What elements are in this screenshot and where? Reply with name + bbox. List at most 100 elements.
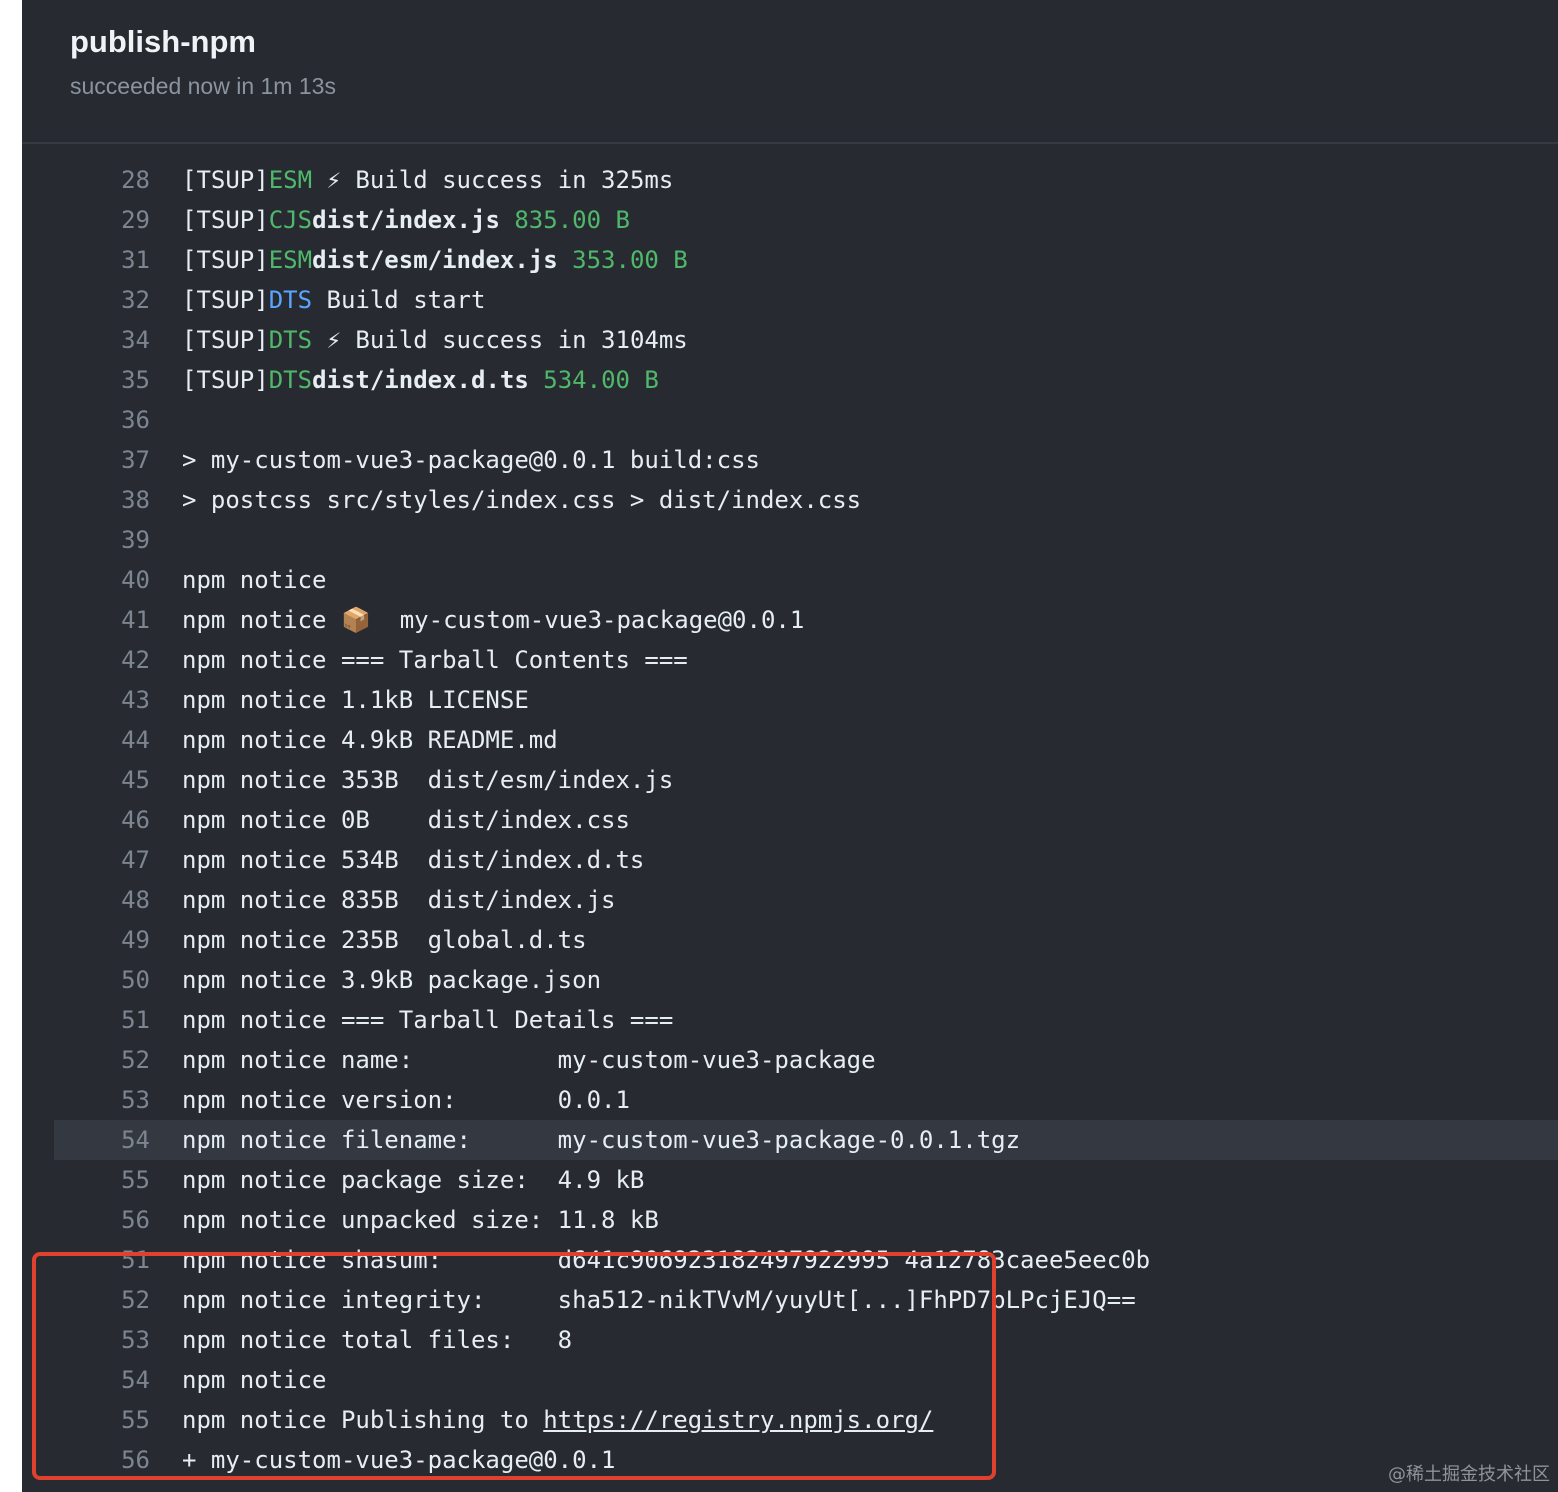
log-segment: npm notice version: 0.0.1 [182, 1086, 630, 1114]
log-segment: npm notice package size: 4.9 kB [182, 1166, 645, 1194]
log-segment: [TSUP] [182, 166, 269, 194]
line-number[interactable]: 29 [102, 200, 150, 240]
log-line[interactable]: 42 npm notice === Tarball Contents === [22, 640, 1558, 680]
log-line[interactable]: 40 npm notice [22, 560, 1558, 600]
log-segment: npm notice 3.9kB package.json [182, 966, 602, 994]
log-line-text: npm notice 235B global.d.ts [182, 920, 587, 960]
line-number[interactable]: 36 [102, 400, 150, 440]
log-line-text: npm notice name: my-custom-vue3-package [182, 1040, 876, 1080]
log-line[interactable]: 28 [TSUP]ESM ⚡ Build success in 325ms [22, 160, 1558, 200]
log-segment: DTS [268, 326, 313, 354]
log-line[interactable]: 38 > postcss src/styles/index.css > dist/… [22, 480, 1558, 520]
log-line[interactable]: 43 npm notice 1.1kB LICENSE [22, 680, 1558, 720]
line-number[interactable]: 41 [102, 600, 150, 640]
log-line-text: [TSUP]DTSdist/index.d.ts 534.00 B [182, 360, 659, 400]
log-line-text: npm notice package size: 4.9 kB [182, 1160, 644, 1200]
annotation-highlight-box [32, 1252, 996, 1480]
line-number[interactable]: 55 [102, 1160, 150, 1200]
watermark: @稀土掘金技术社区 [1388, 1464, 1550, 1485]
log-line[interactable]: 31 [TSUP]ESMdist/esm/index.js 353.00 B [22, 240, 1558, 280]
line-number[interactable]: 40 [102, 560, 150, 600]
log-line-text: npm notice === Tarball Contents === [182, 640, 688, 680]
log-line[interactable]: 47 npm notice 534B dist/index.d.ts [22, 840, 1558, 880]
log-segment: DTS [268, 286, 313, 314]
log-segment: ESM [268, 246, 313, 274]
log-line[interactable]: 41 npm notice 📦 my-custom-vue3-package@0.… [22, 600, 1558, 640]
line-number[interactable]: 38 [102, 480, 150, 520]
log-line-text: [TSUP]ESM ⚡ Build success in 325ms [182, 160, 673, 200]
line-number[interactable]: 54 [102, 1120, 150, 1160]
log-line[interactable]: 46 npm notice 0B dist/index.css [22, 800, 1558, 840]
line-number[interactable]: 52 [102, 1040, 150, 1080]
log-line-text: npm notice unpacked size: 11.8 kB [182, 1200, 659, 1240]
log-line[interactable]: 44 npm notice 4.9kB README.md [22, 720, 1558, 760]
log-line[interactable]: 32 [TSUP]DTS Build start [22, 280, 1558, 320]
line-number[interactable]: 47 [102, 840, 150, 880]
log-line-text: [TSUP]DTS ⚡ Build success in 3104ms [182, 320, 688, 360]
log-line-text: [TSUP]DTS Build start [182, 280, 485, 320]
log-line[interactable]: 50 npm notice 3.9kB package.json [22, 960, 1558, 1000]
log-segment: npm notice 235B global.d.ts [182, 926, 587, 954]
log-line[interactable]: 35 [TSUP]DTSdist/index.d.ts 534.00 B [22, 360, 1558, 400]
log-segment: 353.00 B [572, 246, 688, 274]
line-number[interactable]: 45 [102, 760, 150, 800]
log-segment: [TSUP] [182, 366, 269, 394]
line-number[interactable]: 31 [102, 240, 150, 280]
line-number[interactable]: 49 [102, 920, 150, 960]
line-number[interactable]: 44 [102, 720, 150, 760]
log-line-text: npm notice [182, 560, 327, 600]
line-number[interactable]: 48 [102, 880, 150, 920]
log-segment: DTS [268, 366, 313, 394]
line-number[interactable]: 28 [102, 160, 150, 200]
log-line[interactable]: 37 > my-custom-vue3-package@0.0.1 build:c… [22, 440, 1558, 480]
log-segment: npm notice === Tarball Contents === [182, 646, 688, 674]
log-segment: [TSUP] [182, 246, 269, 274]
line-number[interactable]: 34 [102, 320, 150, 360]
log-segment: npm notice 353B dist/esm/index.js [182, 766, 674, 794]
log-line[interactable]: 52 npm notice name: my-custom-vue3-packag… [22, 1040, 1558, 1080]
line-number[interactable]: 32 [102, 280, 150, 320]
log-segment: npm notice [182, 566, 327, 594]
log-line-text: [TSUP]CJSdist/index.js 835.00 B [182, 200, 630, 240]
line-number[interactable]: 35 [102, 360, 150, 400]
log-line[interactable]: 51 npm notice === Tarball Details === [22, 1000, 1558, 1040]
line-number[interactable]: 53 [102, 1080, 150, 1120]
log-segment: [TSUP] [182, 206, 269, 234]
line-number[interactable]: 46 [102, 800, 150, 840]
line-number[interactable]: 56 [102, 1200, 150, 1240]
log-segment: npm notice 835B dist/index.js [182, 886, 616, 914]
log-segment: [TSUP] [182, 326, 269, 354]
log-line[interactable]: 55 npm notice package size: 4.9 kB [22, 1160, 1558, 1200]
log-line-text: npm notice 4.9kB README.md [182, 720, 558, 760]
line-number[interactable]: 50 [102, 960, 150, 1000]
line-number[interactable]: 43 [102, 680, 150, 720]
log-line[interactable]: 34 [TSUP]DTS ⚡ Build success in 3104ms [22, 320, 1558, 360]
log-line[interactable]: 45 npm notice 353B dist/esm/index.js [22, 760, 1558, 800]
log-segment: ⚡ Build success in 3104ms [312, 326, 688, 354]
log-line-text: npm notice filename: my-custom-vue3-pack… [182, 1120, 1020, 1160]
log-line[interactable]: 39 [22, 520, 1558, 560]
log-segment: > my-custom-vue3-package@0.0.1 build:css [182, 446, 760, 474]
log-line[interactable]: 54 npm notice filename: my-custom-vue3-pa… [54, 1120, 1558, 1160]
log-segment: npm notice 4.9kB README.md [182, 726, 558, 754]
log-line[interactable]: 53 npm notice version: 0.0.1 [22, 1080, 1558, 1120]
log-line[interactable]: 56 npm notice unpacked size: 11.8 kB [22, 1200, 1558, 1240]
line-number[interactable]: 51 [102, 1000, 150, 1040]
line-number[interactable]: 39 [102, 520, 150, 560]
log-segment: ⚡ Build success in 325ms [312, 166, 674, 194]
log-line[interactable]: 36 [22, 400, 1558, 440]
log-line-text: npm notice 534B dist/index.d.ts [182, 840, 644, 880]
log-segment: ESM [268, 166, 313, 194]
log-segment: dist/esm/index.js [312, 246, 558, 274]
log-line[interactable]: 48 npm notice 835B dist/index.js [22, 880, 1558, 920]
line-number[interactable]: 42 [102, 640, 150, 680]
log-line-text: npm notice 📦 my-custom-vue3-package@0.0.… [182, 600, 804, 640]
log-line[interactable]: 49 npm notice 235B global.d.ts [22, 920, 1558, 960]
log-segment: npm notice 📦 my-custom-vue3-package@0.0.… [182, 606, 805, 634]
line-number[interactable]: 37 [102, 440, 150, 480]
log-line-text: npm notice 835B dist/index.js [182, 880, 615, 920]
log-segment: npm notice 1.1kB LICENSE [182, 686, 529, 714]
log-segment: npm notice name: my-custom-vue3-package [182, 1046, 876, 1074]
log-segment: dist/index.js [312, 206, 500, 234]
log-line[interactable]: 29 [TSUP]CJSdist/index.js 835.00 B [22, 200, 1558, 240]
